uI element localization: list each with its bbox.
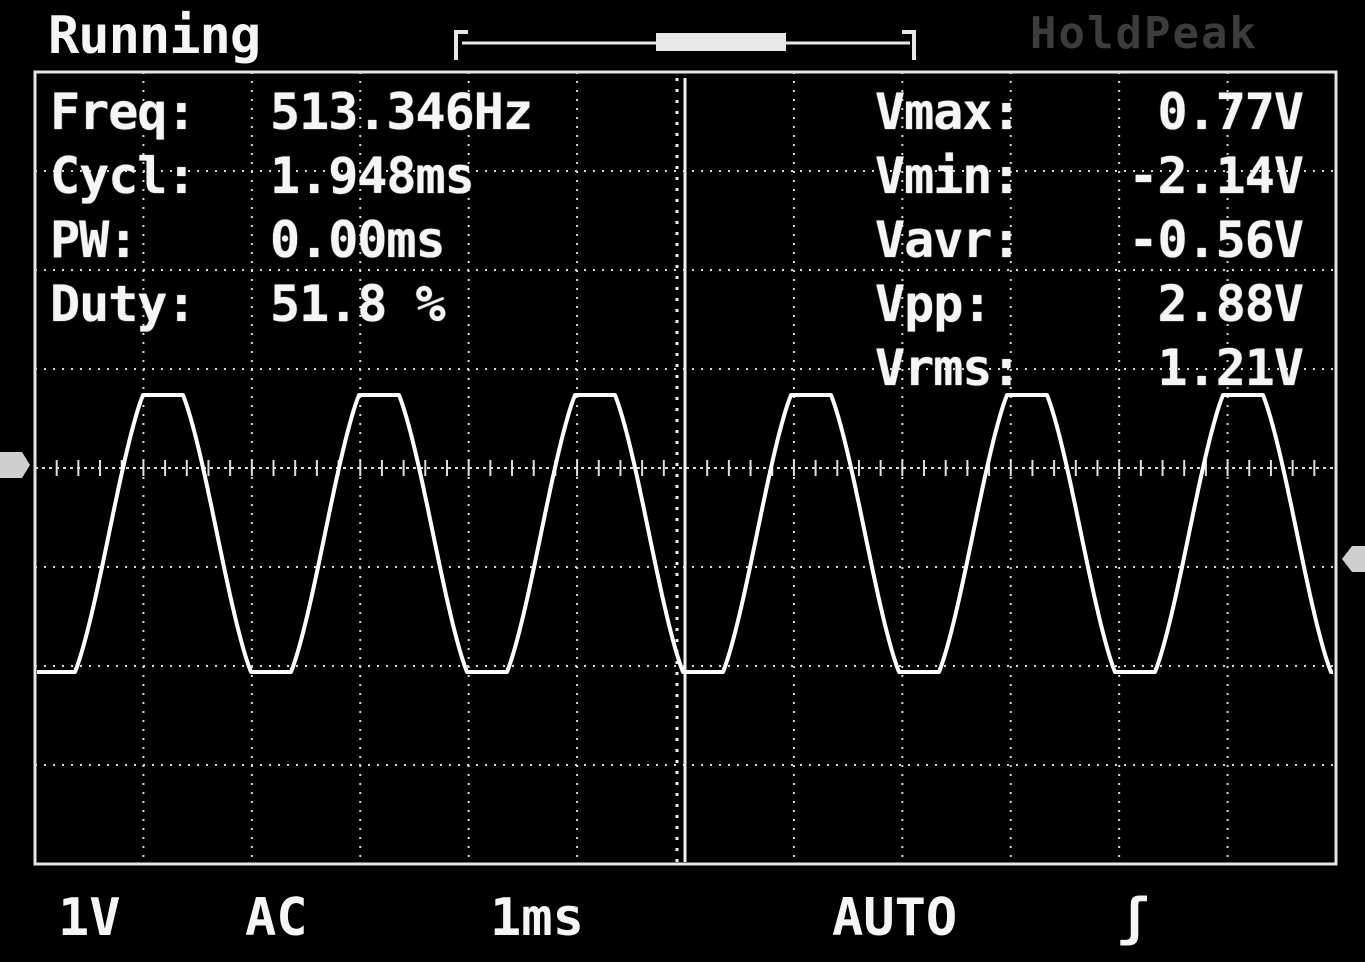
vpp-value: 2.88V [1157,275,1304,333]
vpp-label: Vpp: [875,275,992,333]
trigger-mode-setting[interactable]: AUTO [832,888,957,948]
settings-bar: 1V AC 1ms AUTO ʃ [0,888,1365,958]
memory-position-bar[interactable] [454,30,916,60]
memory-window-indicator [656,33,786,51]
duty-label: Duty: [50,275,197,333]
duty-row: Duty: 51.8 % [50,272,532,336]
trigger-edge-setting[interactable]: ʃ [1118,888,1149,948]
freq-value: 513.346Hz [270,83,533,141]
freq-row: Freq: 513.346Hz [50,80,533,144]
pulse-width-value: 0.00ms [270,211,446,269]
pulse-width-label: PW: [50,211,138,269]
ground-level-marker[interactable] [0,452,30,478]
vpp-row: Vpp: 2.88V [875,272,1304,336]
volts-per-div-setting[interactable]: 1V [58,888,121,948]
vmax-row: Vmax: 0.77V [875,80,1304,144]
vavr-label: Vavr: [875,211,1022,269]
cycle-row: Cycl: 1.948ms [50,144,532,208]
vmin-label: Vmin: [875,147,1022,205]
vrms-label: Vrms: [875,339,1022,397]
trigger-level-marker[interactable] [1342,546,1365,572]
vavr-row: Vavr: -0.56V [875,208,1304,272]
vmin-row: Vmin: -2.14V [875,144,1304,208]
vmin-value: -2.14V [1128,147,1304,205]
time-measurements: Freq: 513.346Hz Cycl: 1.948ms PW: 0.00ms Du… [50,80,533,336]
coupling-setting[interactable]: AC [245,888,308,948]
vmax-label: Vmax: [875,83,1022,141]
vrms-value: 1.21V [1157,339,1304,397]
vrms-row: Vrms: 1.21V [875,336,1304,400]
cycle-value: 1.948ms [270,147,475,205]
voltage-measurements: Vmax: 0.77V Vmin: -2.14V Vavr: -0.56V Vpp: 2… [875,80,1304,400]
cycle-label: Cycl: [50,147,197,205]
vavr-value: -0.56V [1128,211,1304,269]
duty-value: 51.8 % [270,275,446,333]
pulse-width-row: PW: 0.00ms [50,208,532,272]
timebase-setting[interactable]: 1ms [490,888,584,948]
vmax-value: 0.77V [1157,83,1304,141]
freq-label: Freq: [50,83,197,141]
